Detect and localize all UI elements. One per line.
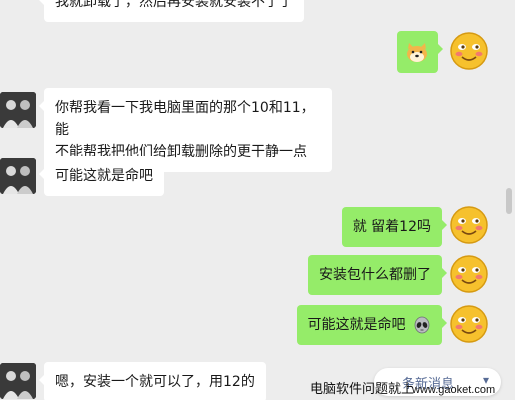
message-bubble-incoming[interactable]: 嗯，安装一个就可以了，用12的 [39,362,266,400]
chat-window: 我就卸载了，然后再安装就安装不了了 你帮我看一下我电脑里面的那个10和11，能 … [0,0,515,400]
message-bubble-outgoing[interactable]: 就 留着12吗 [341,207,448,247]
avatar-self[interactable] [449,205,489,245]
scrollbar-thumb[interactable] [506,188,512,214]
message-text-line: 你帮我看一下我电脑里面的那个10和11，能 [55,100,315,138]
message-text: 安装包什么都删了 [319,267,431,283]
message-text: 我就卸载了，然后再安装就安装不了了 [55,0,293,10]
message-bubble-incoming[interactable]: 我就卸载了，然后再安装就安装不了了 [39,0,304,22]
doge-face-sticker [407,43,427,62]
avatar-self[interactable] [449,304,489,344]
watermark-url: www.gaoket.com [412,384,496,396]
avatar-contact[interactable] [0,363,36,399]
avatar-self[interactable] [449,31,489,71]
watermark-text: 电脑软件问题就上 [310,381,415,396]
message-bubble-outgoing[interactable] [397,31,443,73]
message-bubble-outgoing[interactable]: 安装包什么都删了 [308,255,447,295]
message-text: 嗯，安装一个就可以了，用12的 [55,374,255,390]
message-bubble-outgoing[interactable]: 可能这就是命吧 [296,305,448,345]
message-text: 可能这就是命吧 [307,317,406,333]
alien-icon [414,316,430,334]
message-text: 可能这就是命吧 [55,168,153,184]
message-bubble-incoming[interactable]: 可能这就是命吧 [39,156,164,196]
avatar-self[interactable] [449,254,489,294]
avatar-contact[interactable] [0,158,36,194]
message-text: 就 留着12吗 [352,219,431,235]
avatar-contact[interactable] [0,92,36,128]
